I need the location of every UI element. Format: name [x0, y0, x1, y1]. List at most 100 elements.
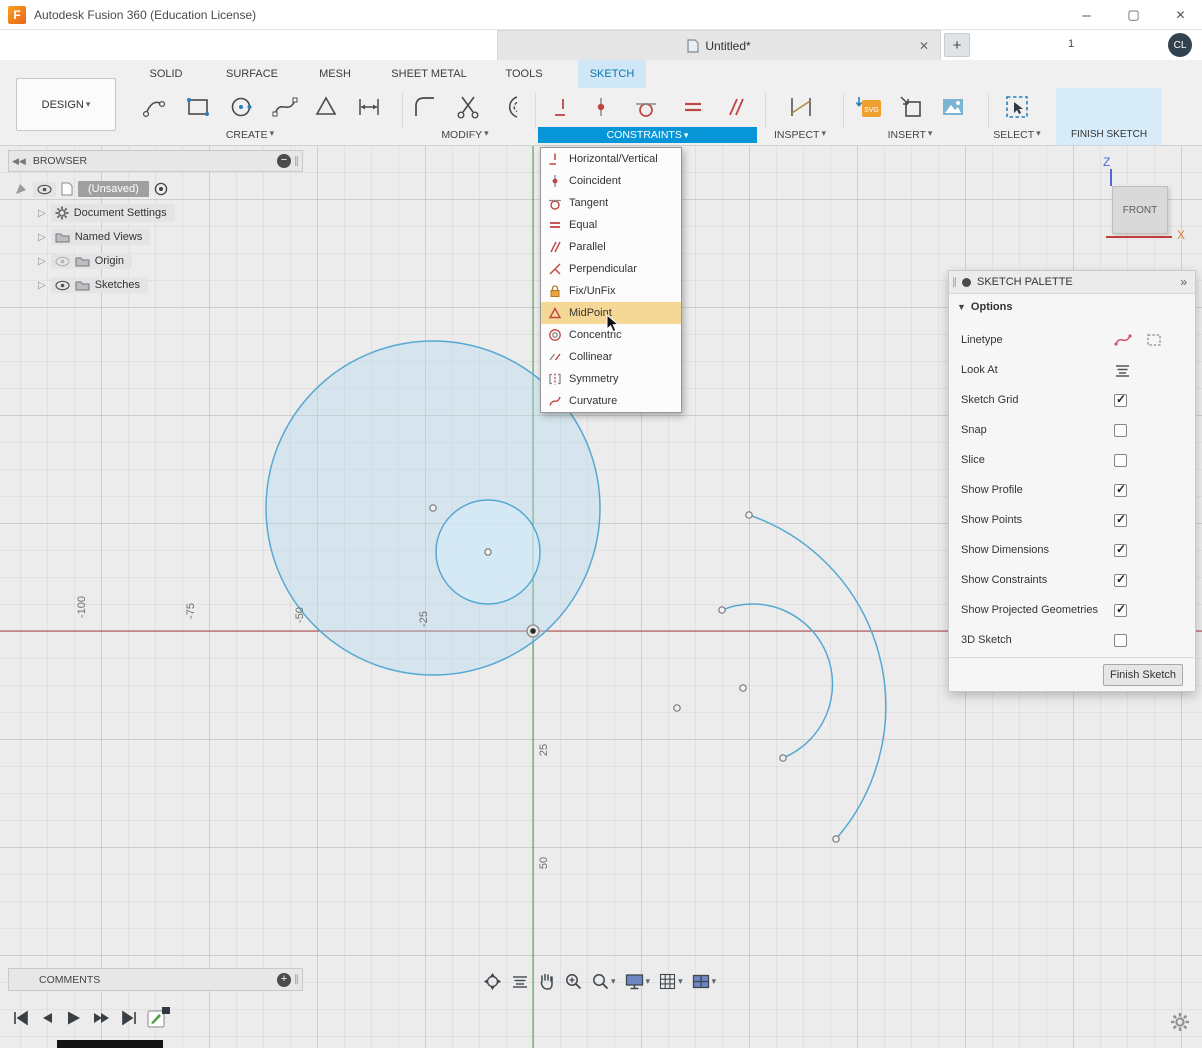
- new-tab-button[interactable]: [944, 33, 970, 57]
- options-section-header[interactable]: ▼ Options: [949, 294, 1195, 320]
- document-tab[interactable]: Untitled*: [497, 30, 941, 60]
- tab-tools[interactable]: TOOLS: [494, 60, 554, 88]
- menu-item-perpendicular[interactable]: Perpendicular: [541, 258, 681, 280]
- viewcube[interactable]: Z FRONT X: [1095, 155, 1195, 250]
- menu-item-horizontal-vertical[interactable]: Horizontal/Vertical: [541, 148, 681, 170]
- menu-item-fix-unfix[interactable]: Fix/UnFix: [541, 280, 681, 302]
- look-at-icon[interactable]: [511, 973, 529, 989]
- comments-add-icon[interactable]: +: [277, 973, 291, 987]
- minimize-button[interactable]: [1063, 0, 1110, 30]
- browser-root-row[interactable]: (Unsaved): [14, 179, 168, 199]
- menu-item-curvature[interactable]: Curvature: [541, 390, 681, 412]
- close-button[interactable]: [1157, 0, 1202, 30]
- expand-chevron-icon[interactable]: ▷: [38, 232, 46, 243]
- fillet-tool-icon[interactable]: [412, 94, 438, 120]
- browser-grip-icon[interactable]: ∥: [294, 156, 299, 167]
- eye-ghost-icon[interactable]: [55, 256, 70, 267]
- browser-row-document-settings[interactable]: ▷ Document Settings: [38, 203, 175, 223]
- measure-tool-icon[interactable]: [788, 94, 814, 120]
- user-avatar[interactable]: CL: [1168, 33, 1192, 57]
- finish-sketch-label[interactable]: FINISH SKETCH: [1056, 129, 1162, 140]
- viewports-icon[interactable]: [692, 974, 717, 989]
- inspect-group-label[interactable]: INSPECT: [750, 128, 850, 141]
- palette-grip-icon[interactable]: ∥: [952, 277, 957, 288]
- zoom-icon[interactable]: [564, 972, 582, 990]
- show-constraints-checkbox[interactable]: [1114, 574, 1127, 587]
- browser-row-named-views[interactable]: ▷ Named Views: [38, 227, 150, 247]
- document-name[interactable]: (Unsaved): [78, 181, 149, 197]
- workspace-selector[interactable]: DESIGN: [16, 78, 116, 131]
- show-projected-geometries-checkbox[interactable]: [1114, 604, 1127, 617]
- sketch-grid-checkbox[interactable]: [1114, 394, 1127, 407]
- insert-group-label[interactable]: INSERT: [860, 128, 960, 141]
- menu-item-equal[interactable]: Equal: [541, 214, 681, 236]
- menu-item-tangent[interactable]: Tangent: [541, 192, 681, 214]
- browser-row-origin[interactable]: ▷ Origin: [38, 251, 132, 271]
- tangent-constraint-icon[interactable]: [634, 96, 658, 118]
- sketch-palette-header[interactable]: ∥ SKETCH PALETTE »: [949, 271, 1195, 294]
- section-collapse-icon[interactable]: ▼: [957, 302, 966, 312]
- insert-svg-icon[interactable]: SVG: [856, 94, 882, 120]
- coincident-constraint-icon[interactable]: [590, 96, 612, 118]
- insert-canvas-image-icon[interactable]: [940, 94, 966, 120]
- zoom-window-icon[interactable]: [591, 972, 616, 990]
- linetype-construction-icon[interactable]: [1146, 333, 1162, 347]
- dimension-tool-icon[interactable]: [356, 94, 382, 120]
- collapse-chevrons-icon[interactable]: ◀◀: [12, 156, 26, 167]
- create-group-label[interactable]: CREATE: [200, 128, 300, 141]
- display-settings-icon[interactable]: [625, 973, 651, 990]
- 3d-sketch-checkbox[interactable]: [1114, 634, 1127, 647]
- step-forward-icon[interactable]: [91, 1008, 111, 1028]
- grid-settings-icon[interactable]: [659, 973, 683, 990]
- tab-sketch[interactable]: SKETCH: [578, 60, 646, 88]
- equal-constraint-icon[interactable]: [682, 96, 704, 118]
- browser-minimize-icon[interactable]: −: [277, 154, 291, 168]
- pan-icon[interactable]: [538, 972, 555, 990]
- expand-chevron-icon[interactable]: ▷: [38, 256, 46, 267]
- maximize-button[interactable]: [1110, 0, 1157, 30]
- activate-target-icon[interactable]: [154, 182, 168, 196]
- offset-tool-icon[interactable]: [497, 94, 523, 120]
- snap-checkbox[interactable]: [1114, 424, 1127, 437]
- skip-to-end-icon[interactable]: [120, 1008, 140, 1028]
- browser-row-sketches[interactable]: ▷ Sketches: [38, 275, 148, 295]
- trim-tool-icon[interactable]: [455, 94, 481, 120]
- browser-panel-header[interactable]: ◀◀ BROWSER − ∥: [8, 150, 303, 172]
- orbit-icon[interactable]: [483, 972, 502, 991]
- visibility-toggle[interactable]: [33, 182, 56, 197]
- menu-item-parallel[interactable]: Parallel: [541, 236, 681, 258]
- select-group-label[interactable]: SELECT: [967, 128, 1067, 141]
- select-tool-icon[interactable]: [1004, 94, 1030, 120]
- menu-item-collinear[interactable]: Collinear: [541, 346, 681, 368]
- menu-item-symmetry[interactable]: Symmetry: [541, 368, 681, 390]
- tab-mesh[interactable]: MESH: [306, 60, 364, 88]
- show-dimensions-checkbox[interactable]: [1114, 544, 1127, 557]
- step-back-icon[interactable]: [39, 1008, 55, 1028]
- slice-checkbox[interactable]: [1114, 454, 1127, 467]
- skip-to-start-icon[interactable]: [10, 1008, 30, 1028]
- settings-gear-icon[interactable]: [1170, 1012, 1190, 1032]
- circle-tool-icon[interactable]: [228, 94, 254, 120]
- comments-panel-header[interactable]: COMMENTS + ∥: [8, 968, 303, 991]
- horizontal-vertical-constraint-icon[interactable]: [552, 96, 574, 118]
- linetype-spline-icon[interactable]: [1114, 333, 1132, 347]
- tab-surface[interactable]: SURFACE: [212, 60, 292, 88]
- polygon-tool-icon[interactable]: [313, 94, 339, 120]
- constraints-group-button[interactable]: CONSTRAINTS: [538, 127, 757, 143]
- show-profile-checkbox[interactable]: [1114, 484, 1127, 497]
- timeline-scrollbar[interactable]: [57, 1040, 163, 1048]
- comments-grip-icon[interactable]: ∥: [294, 974, 299, 985]
- eye-icon[interactable]: [55, 280, 70, 291]
- spline-tool-icon[interactable]: [272, 94, 298, 120]
- line-tool-icon[interactable]: [142, 94, 168, 120]
- menu-item-coincident[interactable]: Coincident: [541, 170, 681, 192]
- expand-chevron-icon[interactable]: ▷: [38, 280, 46, 291]
- rectangle-tool-icon[interactable]: [185, 94, 211, 120]
- timeline-sketch-marker[interactable]: [146, 1005, 172, 1029]
- viewcube-front-face[interactable]: FRONT: [1112, 186, 1168, 234]
- tab-solid[interactable]: SOLID: [138, 60, 194, 88]
- palette-expand-icon[interactable]: »: [1180, 275, 1187, 289]
- tab-close-icon[interactable]: [916, 38, 932, 54]
- modify-group-label[interactable]: MODIFY: [415, 128, 515, 141]
- parallel-constraint-icon[interactable]: [724, 96, 746, 118]
